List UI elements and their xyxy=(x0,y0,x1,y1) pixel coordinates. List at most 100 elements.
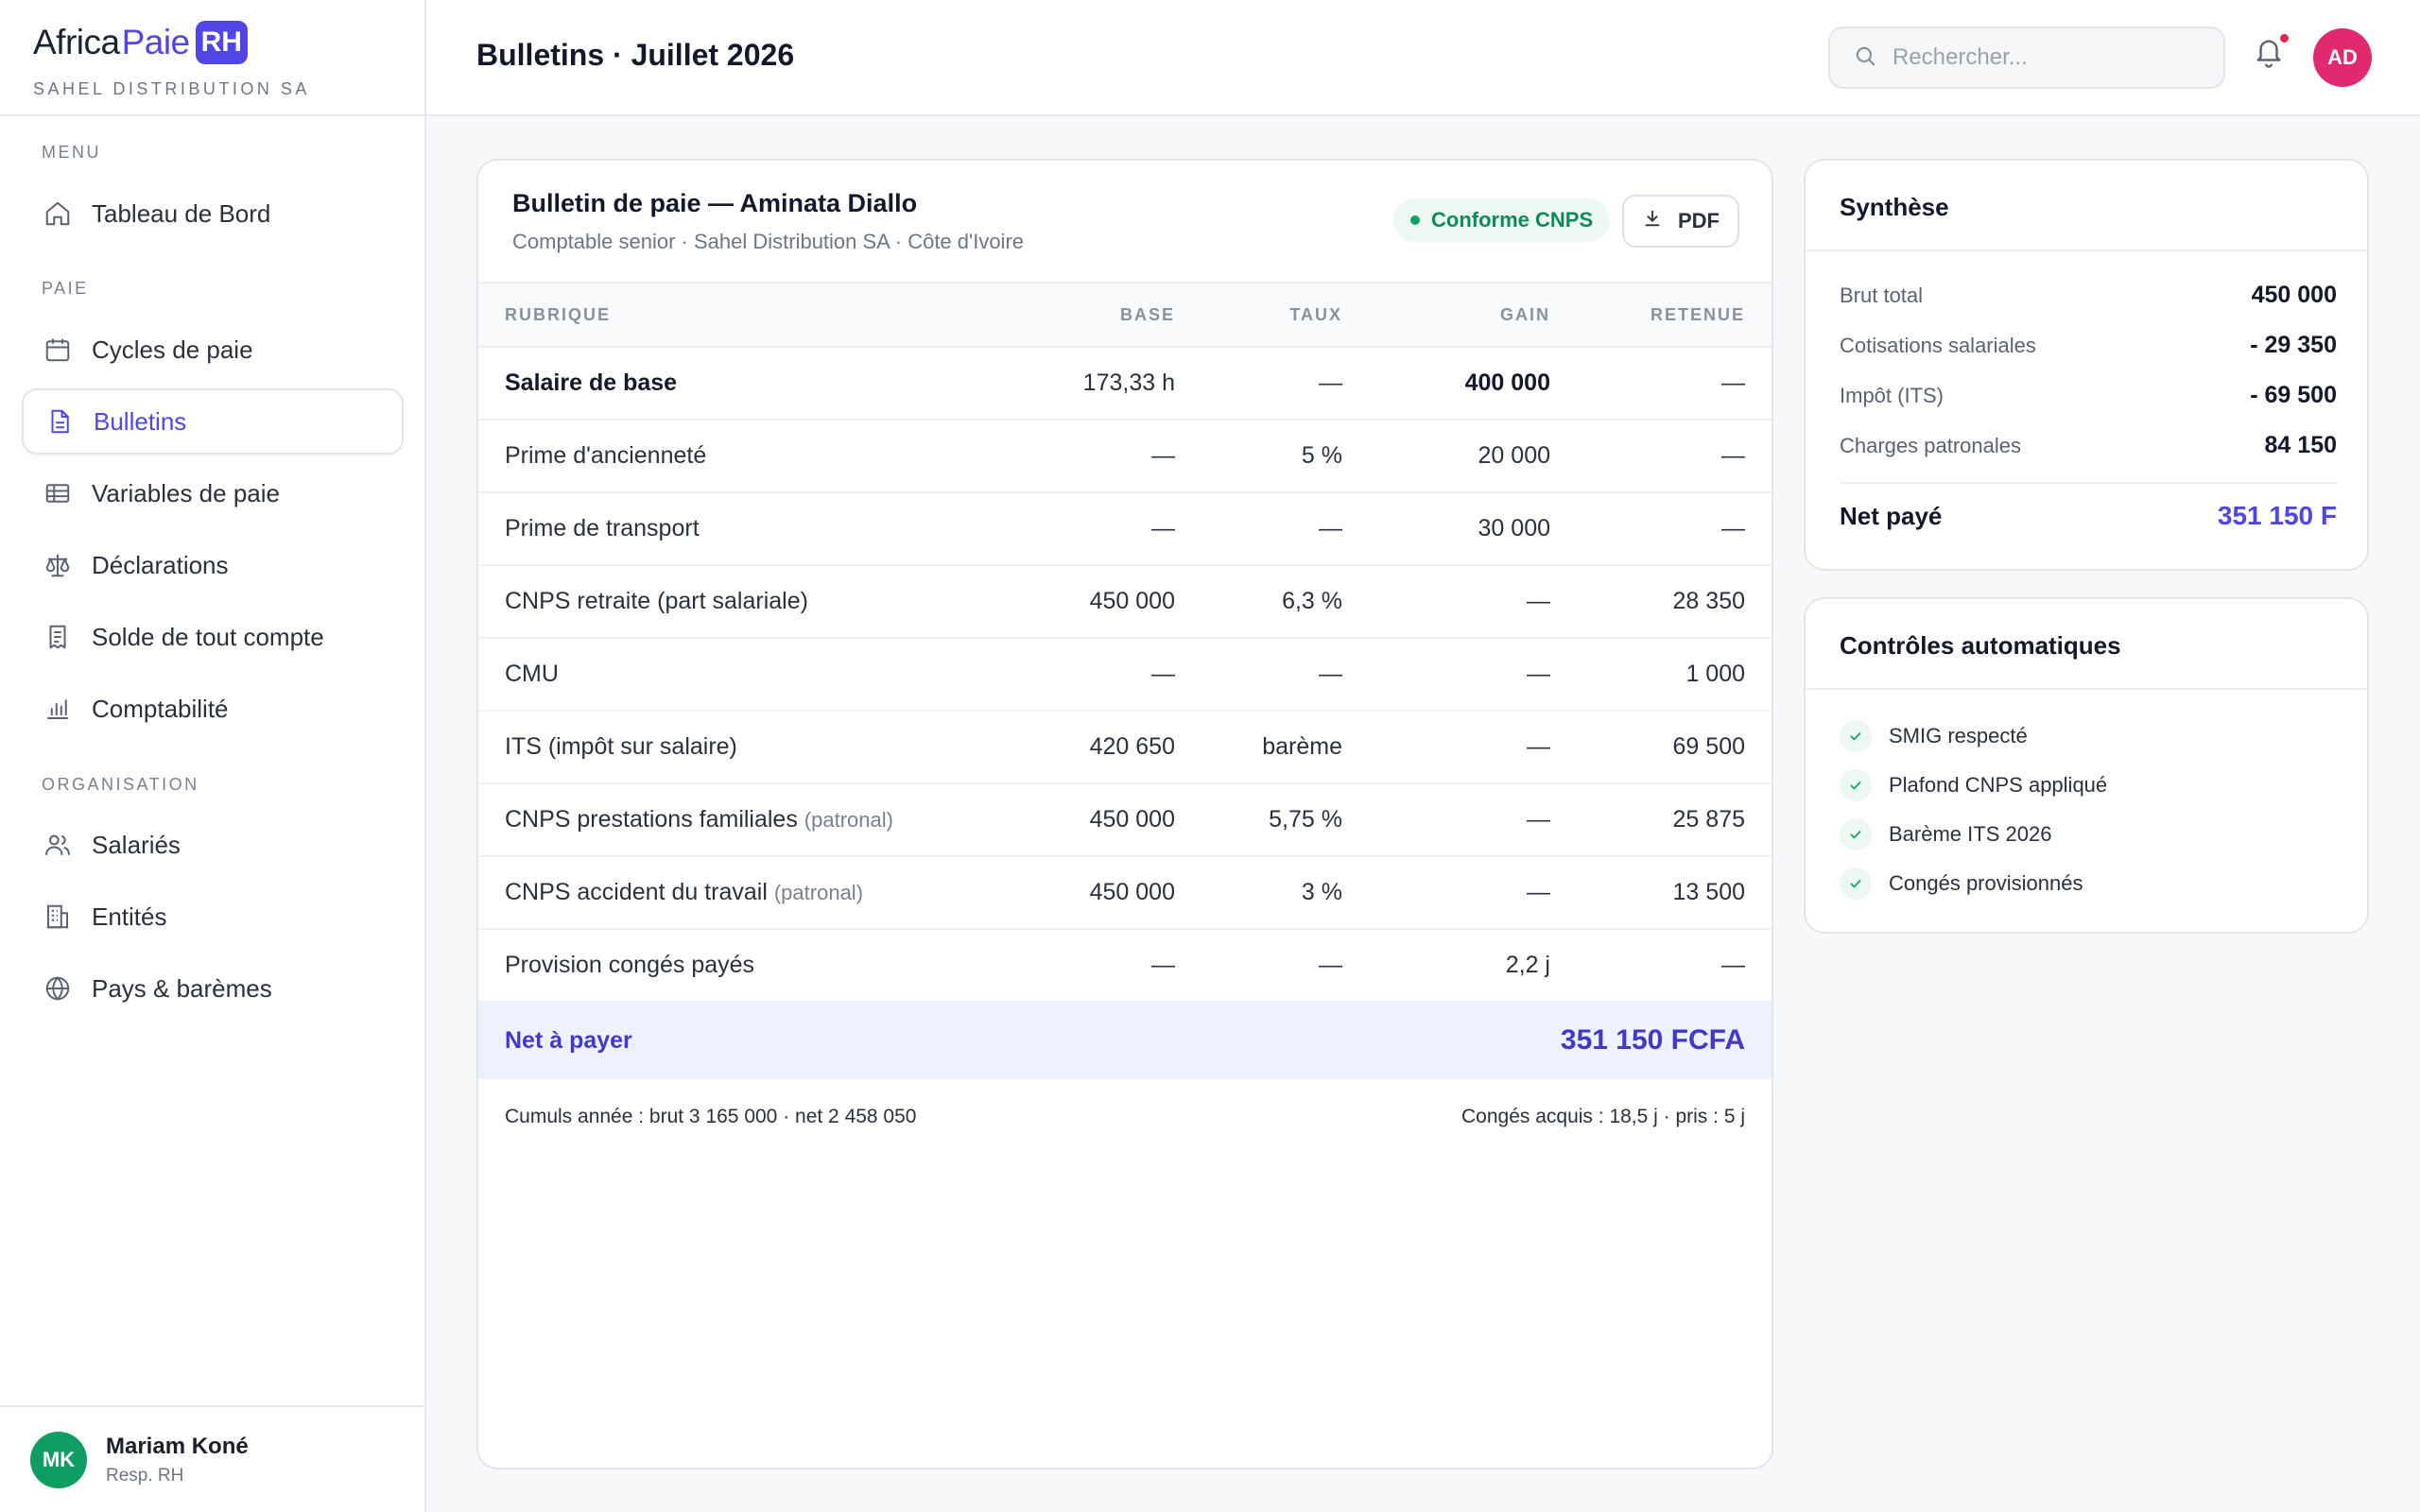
list-item: Congés provisionnés xyxy=(1840,868,2083,900)
cell-rubrique: ITS (impôt sur salaire) xyxy=(478,711,1008,784)
cell-rubrique: CNPS accident du travail (patronal) xyxy=(478,856,1008,930)
user-role: Resp. RH xyxy=(106,1465,184,1486)
sidebar-item-cycles-de-paie[interactable]: Cycles de paie xyxy=(22,317,404,383)
table-row: CNPS prestations familiales (patronal) 4… xyxy=(478,783,1772,857)
page-title: Bulletins · Juillet 2026 xyxy=(476,38,795,72)
building-icon xyxy=(43,902,73,932)
brand-name-africa: Africa xyxy=(33,23,120,61)
current-user[interactable]: MK Mariam Koné Resp. RH xyxy=(0,1405,424,1512)
sidebar-item-solde-de-tout-compte[interactable]: Solde de tout compte xyxy=(22,604,404,670)
brand-logo[interactable]: Africa Paie RH xyxy=(33,19,424,66)
sidebar-item-label: Solde de tout compte xyxy=(92,622,324,651)
cell-retenue: 69 500 xyxy=(1550,711,1772,784)
synthese-card: Synthèse Brut total 450 000 Cotisations … xyxy=(1804,159,2369,571)
control-label: SMIG respecté xyxy=(1889,724,2028,747)
net-paye-value: 351 150 F xyxy=(2217,501,2337,530)
cell-retenue: 28 350 xyxy=(1550,565,1772,639)
cell-taux: 6,3 % xyxy=(1175,565,1342,639)
divider xyxy=(1840,482,2337,484)
brand-badge-rh: RH xyxy=(195,21,248,64)
sidebar-item-pays-baremes[interactable]: Pays & barèmes xyxy=(22,955,404,1022)
notifications-button[interactable] xyxy=(2253,34,2290,76)
synthese-value: - 29 350 xyxy=(2250,332,2337,358)
sidebar-item-label: Entités xyxy=(92,902,167,931)
synthese-label: Charges patronales xyxy=(1840,433,2022,457)
table-row: Prime d'ancienneté — 5 % 20 000 — xyxy=(478,420,1772,493)
nav-section-paie: PAIE xyxy=(42,279,89,298)
controles-title: Contrôles automatiques xyxy=(1806,599,2367,690)
table-icon xyxy=(43,478,73,508)
column-header-taux: TAUX xyxy=(1175,282,1342,348)
net-to-pay-row: Net à payer 351 150 FCFA xyxy=(478,1002,1772,1079)
status-dot xyxy=(1410,215,1420,225)
cell-base: — xyxy=(1008,929,1175,1003)
users-icon xyxy=(43,830,73,860)
check-icon xyxy=(1840,720,1872,752)
sidebar-item-tableau-de-bord[interactable]: Tableau de Bord xyxy=(22,180,404,247)
cell-taux: 3 % xyxy=(1175,856,1342,930)
column-header-base: BASE xyxy=(1008,282,1175,348)
sidebar-item-label: Salariés xyxy=(92,830,181,859)
synthese-value: 84 150 xyxy=(2264,432,2337,458)
cell-rubrique: Prime de transport xyxy=(478,492,1008,566)
sidebar-item-variables-de-paie[interactable]: Variables de paie xyxy=(22,460,404,526)
check-icon xyxy=(1840,818,1872,850)
download-pdf-button[interactable]: PDF xyxy=(1622,195,1739,248)
cell-taux: 5 % xyxy=(1175,420,1342,493)
cell-taux: 5,75 % xyxy=(1175,783,1342,857)
brand: Africa Paie RH SAHEL DISTRIBUTION SA xyxy=(0,0,424,116)
cell-base: 450 000 xyxy=(1008,565,1175,639)
payslip-header: Bulletin de paie — Aminata Diallo Compta… xyxy=(512,189,1024,254)
status-badge: Conforme CNPS xyxy=(1393,198,1611,242)
synthese-row: Cotisations salariales - 29 350 xyxy=(1840,332,2337,359)
sidebar: Africa Paie RH SAHEL DISTRIBUTION SA MEN… xyxy=(0,0,426,1512)
list-item: SMIG respecté xyxy=(1840,720,2028,752)
sidebar-item-entites[interactable]: Entités xyxy=(22,884,404,950)
cell-rubrique: Prime d'ancienneté xyxy=(478,420,1008,493)
globe-icon xyxy=(43,973,73,1004)
rubrique-label: CNPS accident du travail xyxy=(505,879,768,905)
sidebar-item-salaries[interactable]: Salariés xyxy=(22,812,404,878)
synthese-net-row: Net payé 351 150 F xyxy=(1840,501,2337,531)
cell-rubrique: CNPS retraite (part salariale) xyxy=(478,565,1008,639)
cell-retenue: 13 500 xyxy=(1550,856,1772,930)
synthese-label: Brut total xyxy=(1840,283,1924,307)
cumuls-footer: Cumuls année : brut 3 165 000 · net 2 45… xyxy=(505,1106,1745,1128)
list-item: Barème ITS 2026 xyxy=(1840,818,2051,850)
cell-taux: — xyxy=(1175,492,1342,566)
search-box[interactable] xyxy=(1828,26,2225,89)
cell-gain: — xyxy=(1342,783,1550,857)
search-input[interactable] xyxy=(1893,44,2195,71)
synthese-label: Impôt (ITS) xyxy=(1840,383,1945,407)
cell-retenue: — xyxy=(1550,347,1772,421)
search-icon xyxy=(1853,43,1877,73)
cell-gain: — xyxy=(1342,711,1550,784)
table-row: Salaire de base 173,33 h — 400 000 — xyxy=(478,347,1772,421)
sidebar-item-label: Bulletins xyxy=(94,406,187,436)
user-info: Mariam Koné Resp. RH xyxy=(106,1434,249,1486)
sidebar-item-bulletins[interactable]: Bulletins xyxy=(22,388,404,455)
bar-chart-icon xyxy=(43,694,73,724)
sidebar-item-comptabilite[interactable]: Comptabilité xyxy=(22,676,404,742)
cell-base: — xyxy=(1008,420,1175,493)
avatar[interactable]: AD xyxy=(2313,28,2372,87)
synthese-label: Cotisations salariales xyxy=(1840,333,2036,357)
calendar-icon xyxy=(43,335,73,365)
check-icon xyxy=(1840,868,1872,900)
cell-base: — xyxy=(1008,638,1175,712)
cell-gain: 30 000 xyxy=(1342,492,1550,566)
table-row: CNPS retraite (part salariale) 450 000 6… xyxy=(478,565,1772,639)
controles-card: Contrôles automatiques SMIG respecté Pla… xyxy=(1804,597,2369,934)
synthese-value: 450 000 xyxy=(2251,282,2337,308)
cumuls-annee: Cumuls année : brut 3 165 000 · net 2 45… xyxy=(505,1106,917,1127)
cell-rubrique: Provision congés payés xyxy=(478,929,1008,1003)
cell-base: 173,33 h xyxy=(1008,347,1175,421)
receipt-icon xyxy=(43,622,73,652)
notification-dot xyxy=(2280,34,2289,43)
cell-gain: 20 000 xyxy=(1342,420,1550,493)
cell-taux: barème xyxy=(1175,711,1342,784)
cell-gain: — xyxy=(1342,565,1550,639)
sidebar-item-declarations[interactable]: Déclarations xyxy=(22,532,404,598)
cell-taux: — xyxy=(1175,347,1342,421)
synthese-row: Charges patronales 84 150 xyxy=(1840,432,2337,459)
